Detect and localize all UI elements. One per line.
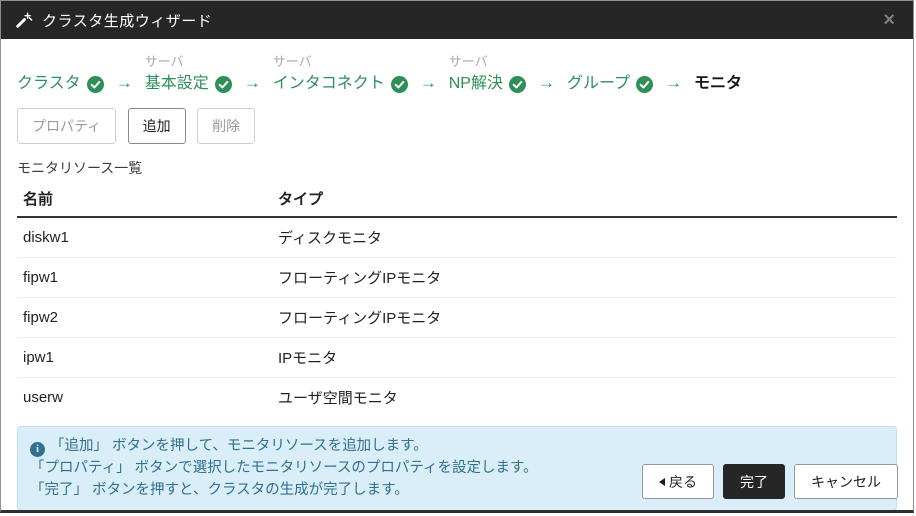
step-label: グループ: [566, 75, 630, 92]
step-np-resolution: サーバ NP解決: [449, 53, 526, 95]
add-button[interactable]: 追加: [127, 108, 186, 144]
table-row[interactable]: fipw2 フローティングIPモニタ: [17, 297, 897, 338]
monitor-resource-table: 名前 タイプ diskw1 ディスクモニタ fipw1 フローティングIPモニタ…: [17, 181, 897, 417]
check-circle-icon: [636, 75, 653, 93]
step-label: インタコネクト: [272, 75, 385, 92]
close-icon[interactable]: ×: [879, 8, 899, 32]
arrow-right-icon: →: [537, 73, 555, 92]
step-sublabel: [17, 53, 104, 73]
arrow-right-icon: →: [243, 73, 261, 92]
step-sublabel: サーバ: [448, 54, 488, 69]
step-sublabel: サーバ: [144, 54, 184, 69]
list-caption: モニタリソース一覧: [17, 160, 143, 176]
info-circle-icon: i: [30, 442, 45, 457]
step-sublabel: サーバ: [272, 54, 312, 69]
step-interconnect: サーバ インタコネクト: [273, 53, 408, 95]
check-circle-icon: [214, 75, 232, 93]
window-title: クラスタ生成ウィザード: [42, 12, 213, 30]
cell-type: IPモニタ: [272, 337, 897, 378]
check-circle-icon: [390, 75, 408, 93]
title-bar: クラスタ生成ウィザード ×: [1, 1, 913, 39]
properties-button[interactable]: プロパティ: [17, 108, 117, 144]
check-circle-icon: [508, 75, 526, 93]
table-row[interactable]: diskw1 ディスクモニタ: [17, 217, 897, 258]
wizard-steps: クラスタ → サーバ 基本設定 → サーバ インタコネクト → サーバ NP解決…: [17, 53, 897, 95]
cell-type: フローティングIPモニタ: [272, 297, 897, 338]
finish-button[interactable]: 完了: [723, 464, 785, 499]
cell-name: ipw1: [17, 337, 272, 378]
info-text: 「追加」 ボタンを押して、モニタリソースを追加します。: [50, 438, 428, 454]
toolbar: プロパティ 追加 削除: [17, 108, 897, 144]
step-sublabel: [567, 53, 653, 73]
cell-type: ユーザ空間モニタ: [278, 390, 398, 407]
step-label: モニタ: [694, 75, 743, 92]
left-triangle-icon: [659, 477, 665, 486]
step-sublabel: [694, 53, 748, 73]
back-button[interactable]: 戻る: [642, 464, 714, 499]
column-header-name: 名前: [17, 181, 272, 218]
step-basic-settings: サーバ 基本設定: [145, 53, 232, 95]
step-label: NP解決: [448, 75, 503, 92]
info-line: i 「追加」 ボタンを押して、モニタリソースを追加します。: [30, 436, 884, 458]
cell-type: ディスクモニタ: [272, 217, 897, 258]
magic-wand-icon: [15, 11, 33, 29]
step-monitor: モニタ: [694, 53, 748, 95]
footer-buttons: 戻る 完了 キャンセル: [633, 464, 898, 499]
arrow-right-icon: →: [115, 73, 133, 92]
cluster-wizard-dialog: クラスタ生成ウィザード × クラスタ → サーバ 基本設定 → サーバ インタコ…: [0, 0, 914, 513]
cell-name: fipw2: [17, 297, 272, 338]
dialog-content: クラスタ → サーバ 基本設定 → サーバ インタコネクト → サーバ NP解決…: [1, 39, 913, 510]
table-row[interactable]: ipw1 IPモニタ: [17, 337, 897, 378]
step-cluster: クラスタ: [17, 53, 104, 95]
column-header-type: タイプ: [272, 181, 897, 218]
back-button-label: 戻る: [669, 473, 697, 490]
cell-name: diskw1: [17, 217, 272, 258]
arrow-right-icon: →: [419, 73, 437, 92]
step-label: 基本設定: [144, 75, 209, 92]
cell-type: フローティングIPモニタ: [272, 257, 897, 298]
check-circle-icon: [86, 75, 104, 93]
info-text: 「プロパティ」 ボタンで選択したモニタリソースのプロパティを設定します。: [30, 459, 538, 476]
table-header-row: 名前 タイプ: [17, 181, 897, 218]
step-group: グループ: [567, 53, 653, 95]
table-row[interactable]: fipw1 フローティングIPモニタ: [17, 257, 897, 298]
table-row[interactable]: userw ユーザ空間モニタ: [17, 378, 897, 418]
info-text: 「完了」 ボタンを押すと、クラスタの生成が完了します。: [30, 481, 409, 498]
finish-button-label: 完了: [740, 473, 768, 490]
remove-button[interactable]: 削除: [197, 108, 256, 144]
arrow-right-icon: →: [665, 73, 682, 92]
step-label: クラスタ: [17, 75, 81, 92]
cancel-button-label: キャンセル: [811, 473, 881, 490]
cell-name: fipw1: [17, 257, 272, 298]
cell-name: userw: [23, 389, 64, 406]
cancel-button[interactable]: キャンセル: [794, 464, 898, 499]
